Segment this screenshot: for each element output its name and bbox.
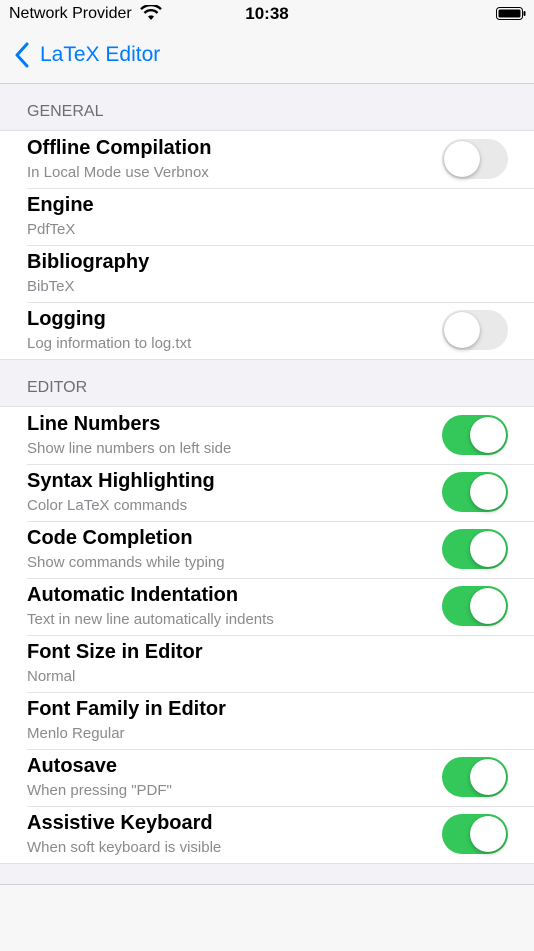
logging-toggle[interactable] bbox=[442, 310, 508, 350]
settings-list: GENERAL Offline Compilation In Local Mod… bbox=[0, 84, 534, 864]
setting-title: Offline Compilation bbox=[27, 137, 212, 159]
toggle-knob bbox=[470, 588, 506, 624]
chevron-left-icon bbox=[15, 42, 29, 68]
setting-title: Automatic Indentation bbox=[27, 584, 239, 606]
back-button-label: LaTeX Editor bbox=[40, 43, 161, 66]
setting-title: Syntax Highlighting bbox=[27, 470, 215, 492]
setting-value: PdfTeX bbox=[27, 221, 76, 238]
toggle-knob bbox=[470, 531, 506, 567]
setting-automatic-indentation: Automatic Indentation Text in new line a… bbox=[0, 578, 534, 635]
toggle-knob bbox=[470, 816, 506, 852]
back-button[interactable]: LaTeX Editor bbox=[14, 38, 160, 72]
setting-subtitle: Text in new line automatically indents bbox=[27, 611, 274, 628]
toggle-knob bbox=[470, 759, 506, 795]
setting-value: BibTeX bbox=[27, 278, 75, 295]
setting-value: Normal bbox=[27, 668, 76, 685]
section-header-general: GENERAL bbox=[27, 103, 104, 120]
setting-engine[interactable]: Engine PdfTeX bbox=[0, 188, 534, 245]
settings-group-general: Offline Compilation In Local Mode use Ve… bbox=[0, 130, 534, 360]
battery-icon bbox=[496, 7, 526, 20]
setting-font-family[interactable]: Font Family in Editor Menlo Regular bbox=[0, 692, 534, 749]
setting-syntax-highlighting: Syntax Highlighting Color LaTeX commands bbox=[0, 464, 534, 521]
setting-subtitle: Show line numbers on left side bbox=[27, 440, 232, 457]
setting-title: Font Size in Editor bbox=[27, 641, 203, 663]
setting-title: Assistive Keyboard bbox=[27, 812, 213, 834]
setting-title: Bibliography bbox=[27, 251, 150, 273]
toggle-knob bbox=[444, 141, 480, 177]
setting-bibliography[interactable]: Bibliography BibTeX bbox=[0, 245, 534, 302]
setting-assistive-keyboard: Assistive Keyboard When soft keyboard is… bbox=[0, 806, 534, 863]
code-completion-toggle[interactable] bbox=[442, 529, 508, 569]
setting-subtitle: When pressing "PDF" bbox=[27, 782, 172, 799]
setting-logging: Logging Log information to log.txt bbox=[0, 302, 534, 359]
toggle-knob bbox=[470, 474, 506, 510]
setting-value: Menlo Regular bbox=[27, 725, 125, 742]
navigation-bar: LaTeX Editor bbox=[0, 28, 534, 84]
setting-offline-compilation: Offline Compilation In Local Mode use Ve… bbox=[0, 131, 534, 188]
clock: 10:38 bbox=[245, 4, 289, 23]
setting-title: Engine bbox=[27, 194, 94, 216]
setting-subtitle: Log information to log.txt bbox=[27, 335, 192, 352]
setting-subtitle: Show commands while typing bbox=[27, 554, 225, 571]
settings-group-editor: Line Numbers Show line numbers on left s… bbox=[0, 406, 534, 864]
setting-title: Line Numbers bbox=[27, 413, 161, 435]
line-numbers-toggle[interactable] bbox=[442, 415, 508, 455]
setting-line-numbers: Line Numbers Show line numbers on left s… bbox=[0, 407, 534, 464]
bottom-toolbar bbox=[0, 884, 534, 951]
setting-autosave: Autosave When pressing "PDF" bbox=[0, 749, 534, 806]
assistive-keyboard-toggle[interactable] bbox=[442, 814, 508, 854]
setting-subtitle: In Local Mode use Verbnox bbox=[27, 164, 209, 181]
offline-compilation-toggle[interactable] bbox=[442, 139, 508, 179]
setting-title: Font Family in Editor bbox=[27, 698, 226, 720]
setting-subtitle: Color LaTeX commands bbox=[27, 497, 188, 514]
setting-title: Autosave bbox=[27, 755, 118, 777]
setting-font-size[interactable]: Font Size in Editor Normal bbox=[0, 635, 534, 692]
syntax-highlighting-toggle[interactable] bbox=[442, 472, 508, 512]
setting-code-completion: Code Completion Show commands while typi… bbox=[0, 521, 534, 578]
section-header-editor: EDITOR bbox=[27, 379, 88, 396]
toggle-knob bbox=[444, 312, 480, 348]
autosave-toggle[interactable] bbox=[442, 757, 508, 797]
automatic-indentation-toggle[interactable] bbox=[442, 586, 508, 626]
setting-title: Logging bbox=[27, 308, 106, 330]
toggle-knob bbox=[470, 417, 506, 453]
setting-title: Code Completion bbox=[27, 527, 193, 549]
status-bar: Network Provider 10:38 bbox=[0, 0, 534, 28]
setting-subtitle: When soft keyboard is visible bbox=[27, 839, 222, 856]
